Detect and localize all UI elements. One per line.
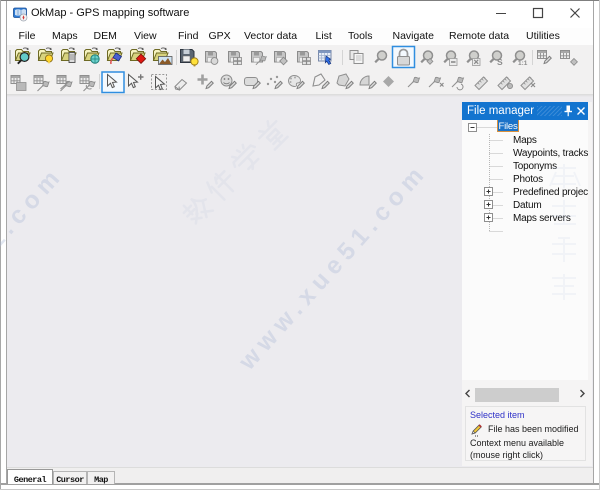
svg-text:S: S [497, 57, 503, 67]
svg-text:1:1: 1:1 [518, 60, 528, 67]
